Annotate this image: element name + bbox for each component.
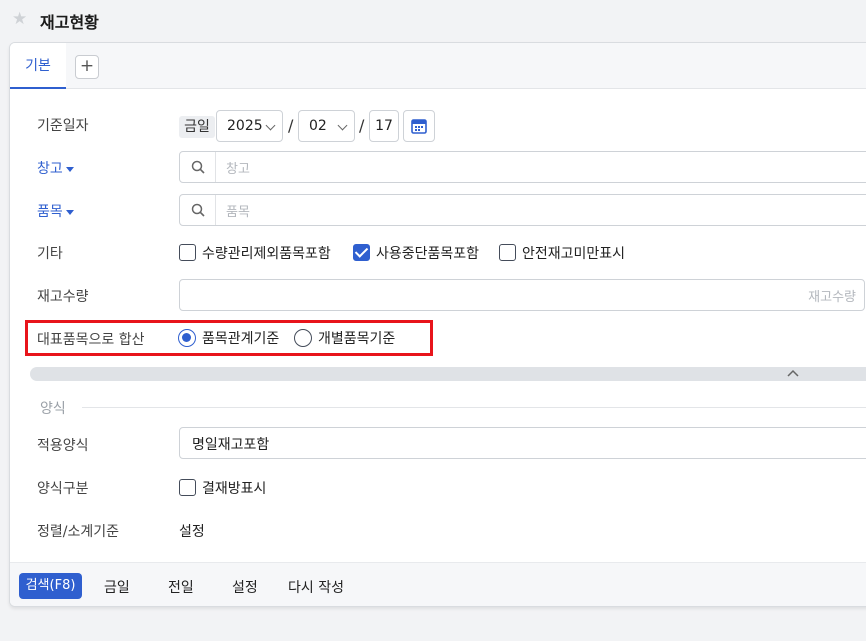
item-label[interactable]: 품목 [37,201,74,221]
title-bar: ★ 재고현황 [0,0,866,40]
highlight-box [25,320,433,356]
settings-button[interactable]: 설정 [232,577,258,597]
search-icon [191,203,205,217]
item-search-button[interactable] [180,195,216,225]
checkbox-safety-stock[interactable] [499,244,516,261]
date-separator: / [359,116,365,135]
warehouse-label[interactable]: 창고 [37,158,74,178]
tab-basic[interactable]: 기본 [10,43,66,89]
apply-format-value: 명일재고포함 [192,437,270,453]
checkbox-approval[interactable] [179,479,196,496]
item-placeholder: 품목 [226,205,250,220]
base-date-label: 기준일자 [37,118,89,134]
apply-format-label: 적용양식 [37,438,89,454]
date-separator: / [288,116,294,135]
stock-qty-label: 재고수량 [37,289,89,305]
option-exclude-qty[interactable]: 수량관리제외품목포함 [202,243,331,263]
collapse-bar[interactable] [30,367,866,381]
etc-label: 기타 [37,246,63,262]
apply-format-input[interactable]: 명일재고포함 [179,427,866,459]
today-tag: 금일 [179,116,215,138]
favorite-star-icon[interactable]: ★ [12,9,27,29]
option-approval[interactable]: 결재방표시 [202,478,266,498]
calendar-button[interactable] [403,110,435,142]
month-select[interactable]: 02 [298,110,355,142]
year-value: 2025 [227,118,263,134]
day-input[interactable]: 17 [369,110,399,142]
action-bar: 검색(F8) 금일 전일 설정 다시 작성 [10,562,866,606]
item-label-text: 품목 [37,204,63,220]
stock-qty-placeholder: 재고수량 [808,290,856,305]
caret-down-icon [65,209,74,215]
warehouse-placeholder: 창고 [226,162,250,177]
warehouse-search-button[interactable] [180,152,216,182]
prev-day-button[interactable]: 전일 [168,577,194,597]
sort-label: 정렬/소계기준 [37,524,119,540]
search-icon [191,160,205,174]
tab-bar: 기본 + [10,43,866,89]
checkbox-discontinued[interactable] [353,244,370,261]
search-button[interactable]: 검색(F8) [19,573,82,599]
year-select[interactable]: 2025 [216,110,283,142]
today-button[interactable]: 금일 [104,577,130,597]
sort-settings-link[interactable]: 설정 [179,521,205,541]
chevron-up-icon [787,369,799,377]
chevron-down-icon [265,120,276,131]
search-panel: 기본 + 기준일자 금일 2025 / 02 / 17 창고 창고 품목 품목 … [9,42,866,607]
caret-down-icon [65,166,74,172]
warehouse-label-text: 창고 [37,161,63,177]
section-divider [82,407,866,408]
checkbox-exclude-qty[interactable] [179,244,196,261]
warehouse-input[interactable]: 창고 [179,151,866,183]
add-tab-button[interactable]: + [75,55,99,79]
option-discontinued[interactable]: 사용중단품목포함 [376,243,479,263]
item-input[interactable]: 품목 [179,194,866,226]
format-section-title: 양식 [40,401,66,417]
format-type-label: 양식구분 [37,481,89,497]
chevron-down-icon [337,120,348,131]
month-value: 02 [309,118,327,134]
page-title: 재고현황 [40,13,99,32]
stock-qty-input[interactable]: 재고수량 [179,279,865,311]
option-safety-stock[interactable]: 안전재고미만표시 [522,243,625,263]
calendar-icon [411,119,427,134]
rewrite-button[interactable]: 다시 작성 [288,577,344,597]
